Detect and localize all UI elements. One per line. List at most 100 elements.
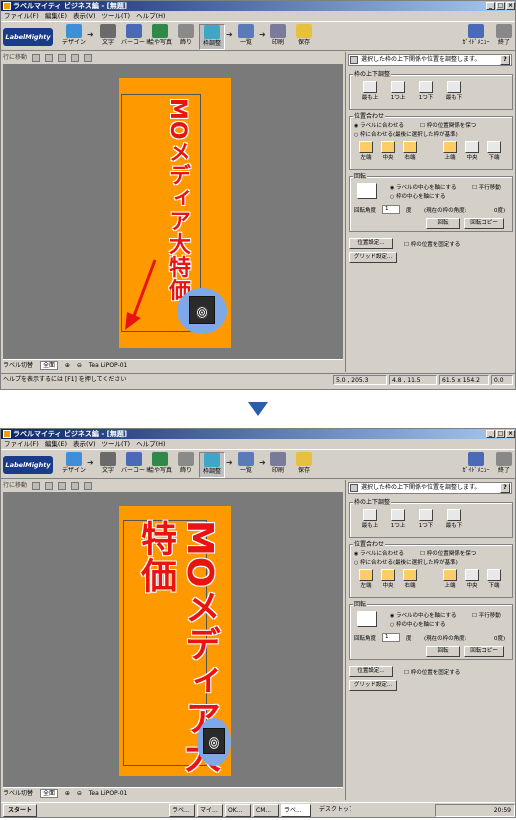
cut-icon[interactable] — [57, 481, 66, 490]
redo-icon[interactable] — [44, 481, 53, 490]
bring-to-front-button[interactable]: 最も上 — [360, 509, 380, 529]
bring-forward-button[interactable]: 1つ上 — [388, 509, 408, 529]
undo-icon[interactable] — [31, 53, 40, 62]
paste-icon[interactable] — [83, 481, 92, 490]
start-button[interactable]: スタート — [3, 804, 37, 817]
rotate-frame-center-radio[interactable]: 枠の中心を軸にする — [390, 620, 446, 628]
send-backward-button[interactable]: 1つ下 — [416, 81, 436, 101]
position-settings-button[interactable]: 位置設定... — [349, 666, 393, 677]
undo-icon[interactable] — [31, 481, 40, 490]
minimize-button[interactable]: _ — [486, 2, 495, 10]
align-to-label-radio[interactable]: ラベルに合わせる — [354, 549, 404, 557]
taskbar-item[interactable]: ラベ... — [169, 804, 195, 817]
tool-decoration-button[interactable]: 飾り — [173, 24, 199, 50]
align-center-h-button[interactable]: 中央 — [378, 569, 398, 589]
angle-input[interactable]: 1 — [382, 205, 400, 214]
align-top-button[interactable]: 上端 — [440, 569, 460, 589]
align-left-button[interactable]: 左端 — [356, 141, 376, 161]
tool-design-button[interactable]: デザイン — [61, 24, 87, 50]
tool-list-button[interactable]: 一覧 — [233, 24, 259, 50]
align-right-button[interactable]: 右端 — [400, 141, 420, 161]
align-right-button[interactable]: 右端 — [400, 569, 420, 589]
rotate-copy-button[interactable]: 回転コピー — [464, 218, 504, 229]
tool-print-button[interactable]: 印刷 — [265, 452, 291, 478]
zoom-in-icon[interactable]: ⊕ — [65, 790, 70, 797]
bring-to-front-button[interactable]: 最も上 — [360, 81, 380, 101]
move-row-label[interactable]: 行に移動 — [3, 482, 27, 489]
rotate-copy-button[interactable]: 回転コピー — [464, 646, 504, 657]
taskbar-item-active[interactable]: ラベ... — [281, 804, 311, 817]
position-settings-button[interactable]: 位置設定... — [349, 238, 393, 249]
send-to-back-button[interactable]: 最も下 — [444, 509, 464, 529]
rotate-label-center-radio[interactable]: ラベルの中心を軸にする — [390, 183, 457, 191]
label-switch-button[interactable]: ラベル切替 — [3, 790, 33, 797]
maximize-button[interactable]: □ — [496, 2, 505, 10]
rotate-label-center-radio[interactable]: ラベルの中心を軸にする — [390, 611, 457, 619]
tool-list-button[interactable]: 一覧 — [233, 452, 259, 478]
align-to-frame-radio[interactable]: 枠に合わせる(最後に選択した枠が基準) — [354, 558, 458, 566]
align-top-button[interactable]: 上端 — [440, 141, 460, 161]
align-to-frame-radio[interactable]: 枠に合わせる(最後に選択した枠が基準) — [354, 130, 458, 138]
align-left-button[interactable]: 左端 — [356, 569, 376, 589]
tool-image-button[interactable]: 絵や写真 — [147, 452, 173, 478]
tool-design-button[interactable]: デザイン — [61, 452, 87, 478]
align-middle-v-button[interactable]: 中央 — [462, 141, 482, 161]
taskbar-item[interactable]: CM... — [253, 804, 279, 817]
rotate-button[interactable]: 回転 — [426, 646, 460, 657]
menu-file[interactable]: ファイル(F) — [4, 11, 39, 21]
zoom-out-icon[interactable]: ⊖ — [77, 790, 82, 797]
bring-forward-button[interactable]: 1つ上 — [388, 81, 408, 101]
keep-position-checkbox[interactable]: 枠の位置関係を保つ — [420, 121, 477, 129]
menu-view[interactable]: 表示(V) — [73, 439, 96, 449]
view-all-tab[interactable]: 全面 — [39, 789, 58, 798]
taskbar-item[interactable]: マイ... — [197, 804, 223, 817]
copy-icon[interactable] — [70, 53, 79, 62]
label-card[interactable]: MOメディア大特価 — [119, 506, 231, 776]
menu-view[interactable]: 表示(V) — [73, 11, 96, 21]
align-middle-v-button[interactable]: 中央 — [462, 569, 482, 589]
menu-help[interactable]: ヘルプ(H) — [136, 11, 165, 21]
tool-save-button[interactable]: 保存 — [291, 24, 317, 50]
tool-text-button[interactable]: 文字 — [95, 24, 121, 50]
paste-icon[interactable] — [83, 53, 92, 62]
label-card[interactable]: MOメディア大特価 — [119, 78, 231, 348]
maximize-button[interactable]: □ — [496, 430, 505, 438]
angle-input[interactable]: 1 — [382, 633, 400, 642]
tool-save-button[interactable]: 保存 — [291, 452, 317, 478]
close-button[interactable]: × — [506, 2, 515, 10]
align-to-label-radio[interactable]: ラベルに合わせる — [354, 121, 404, 129]
keep-position-checkbox[interactable]: 枠の位置関係を保つ — [420, 549, 477, 557]
copy-icon[interactable] — [70, 481, 79, 490]
guide-menu-button[interactable]: ｶﾞｲﾄﾞﾒﾆｭｰ — [461, 452, 491, 478]
tool-text-button[interactable]: 文字 — [95, 452, 121, 478]
menu-help[interactable]: ヘルプ(H) — [136, 439, 165, 449]
lock-position-checkbox[interactable]: 枠の位置を固定する — [404, 668, 461, 676]
grid-settings-button[interactable]: グリッド設定... — [349, 680, 397, 691]
guide-menu-button[interactable]: ｶﾞｲﾄﾞﾒﾆｭｰ — [461, 24, 491, 50]
send-to-back-button[interactable]: 最も下 — [444, 81, 464, 101]
menu-edit[interactable]: 編集(E) — [45, 11, 67, 21]
exit-button[interactable]: 終了 — [491, 24, 515, 50]
help-button[interactable]: ? — [500, 483, 510, 493]
label-headline[interactable]: MOメディア大特価 — [163, 98, 191, 302]
view-all-tab[interactable]: 全面 — [39, 361, 58, 370]
rotate-button[interactable]: 回転 — [426, 218, 460, 229]
parallel-move-checkbox[interactable]: 平行移動 — [472, 183, 501, 191]
grid-settings-button[interactable]: グリッド設定... — [349, 252, 397, 263]
label-switch-button[interactable]: ラベル切替 — [3, 362, 33, 369]
floppy-disk-clipart[interactable] — [197, 718, 231, 766]
menu-tools[interactable]: ツール(T) — [102, 11, 131, 21]
tool-print-button[interactable]: 印刷 — [265, 24, 291, 50]
floppy-disk-clipart[interactable] — [177, 288, 227, 334]
menu-tools[interactable]: ツール(T) — [102, 439, 131, 449]
send-backward-button[interactable]: 1つ下 — [416, 509, 436, 529]
lock-position-checkbox[interactable]: 枠の位置を固定する — [404, 240, 461, 248]
tool-frame-adjust-button[interactable]: 枠調整 — [199, 452, 225, 478]
exit-button[interactable]: 終了 — [491, 452, 515, 478]
rotate-frame-center-radio[interactable]: 枠の中心を軸にする — [390, 192, 446, 200]
desktop-toolbar-label[interactable]: デスクトップ — [317, 804, 351, 817]
parallel-move-checkbox[interactable]: 平行移動 — [472, 611, 501, 619]
move-row-label[interactable]: 行に移動 — [3, 54, 27, 61]
tool-frame-adjust-button[interactable]: 枠調整 — [199, 24, 225, 50]
menu-edit[interactable]: 編集(E) — [45, 439, 67, 449]
